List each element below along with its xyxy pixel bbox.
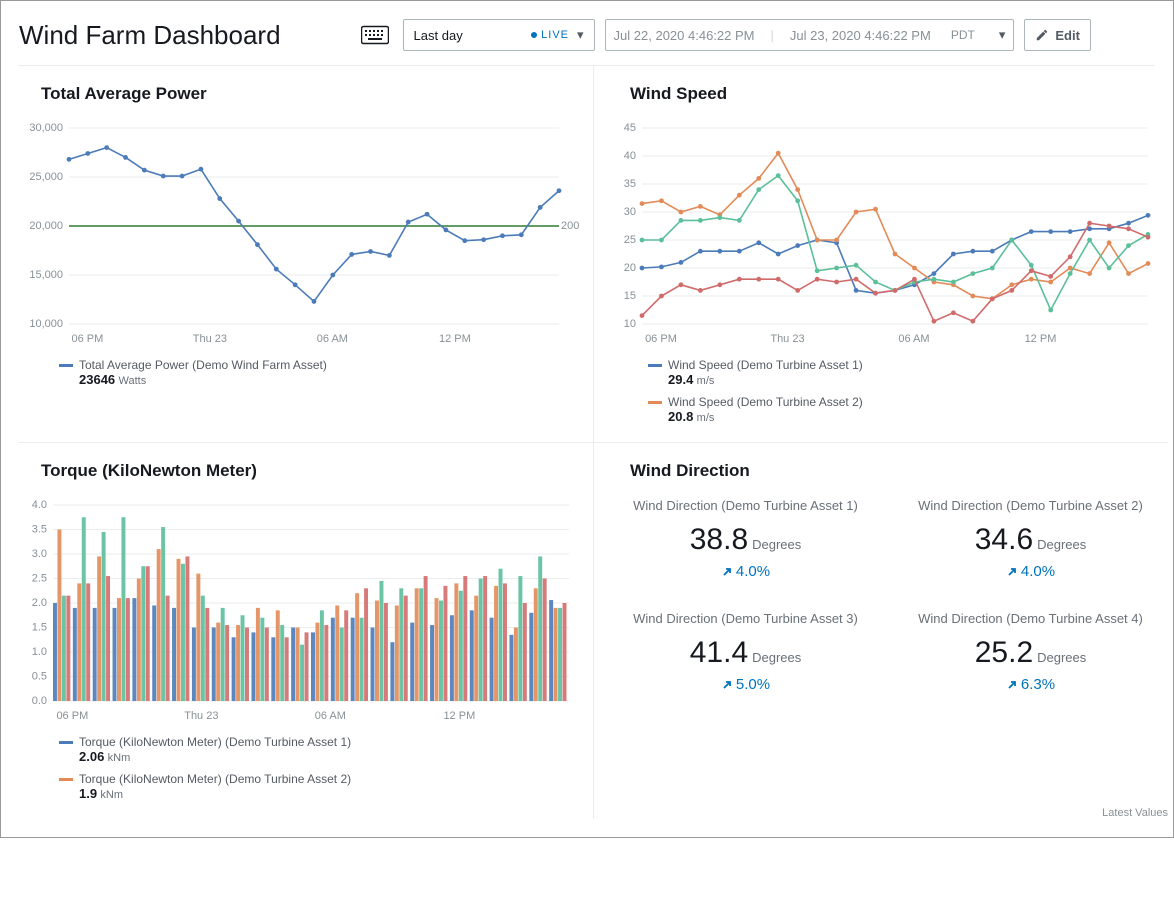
svg-text:4.0: 4.0	[32, 499, 47, 511]
svg-text:10: 10	[624, 318, 636, 330]
caret-down-icon: ▾	[577, 27, 584, 43]
date-to: Jul 23, 2020 4:46:22 PM	[790, 28, 931, 43]
panel-wind-direction: Wind Direction Wind Direction (Demo Turb…	[594, 443, 1168, 819]
svg-text:45: 45	[624, 122, 636, 134]
svg-text:3.0: 3.0	[32, 548, 47, 560]
latest-values-label: Latest Values	[1102, 807, 1168, 819]
svg-text:Thu 23: Thu 23	[184, 710, 218, 722]
kpi-card: Wind Direction (Demo Turbine Asset 3)41.…	[608, 610, 883, 693]
time-range-select[interactable]: Last day LIVE ▾	[403, 19, 595, 51]
timezone-label: PDT	[951, 28, 975, 42]
legend-item: Wind Speed (Demo Turbine Asset 1)29.4 m/…	[648, 358, 1168, 387]
svg-text:06 PM: 06 PM	[645, 333, 677, 345]
panel-wind-speed: Wind Speed 10 15 20 25 30 35 40 45 06 PM Thu 23 06…	[594, 66, 1168, 443]
svg-text:2.5: 2.5	[32, 573, 47, 585]
svg-text:20000: 20000	[561, 220, 579, 232]
legend-torque: Torque (KiloNewton Meter) (Demo Turbine …	[59, 735, 579, 801]
svg-text:1.0: 1.0	[32, 646, 47, 658]
svg-text:2.0: 2.0	[32, 597, 47, 609]
svg-text:0.5: 0.5	[32, 671, 47, 683]
svg-text:0.0: 0.0	[32, 695, 47, 707]
keyboard-icon[interactable]	[361, 25, 389, 45]
kpi-card: Wind Direction (Demo Turbine Asset 1)38.…	[608, 497, 883, 580]
kpi-card: Wind Direction (Demo Turbine Asset 4)25.…	[893, 610, 1168, 693]
date-from: Jul 22, 2020 4:46:22 PM	[614, 28, 755, 43]
line-chart-wind-speed[interactable]: 10 15 20 25 30 35 40 45 06 PM Thu 23 06 AM 12 PM	[608, 120, 1168, 350]
svg-text:12 PM: 12 PM	[1025, 333, 1057, 345]
kpi-card: Wind Direction (Demo Turbine Asset 2)34.…	[893, 497, 1168, 580]
svg-text:3.5: 3.5	[32, 524, 47, 536]
svg-text:35: 35	[624, 178, 636, 190]
trend-up-icon: 6.3%	[893, 676, 1168, 693]
svg-text:30,000: 30,000	[29, 122, 63, 134]
svg-text:30: 30	[624, 206, 636, 218]
pencil-icon	[1035, 28, 1049, 42]
svg-text:15,000: 15,000	[29, 269, 63, 281]
line-chart-power[interactable]: 10,000 15,000 20,000 25,000 30,000 20000 06 PM…	[19, 120, 579, 350]
trend-up-icon: 4.0%	[893, 563, 1168, 580]
time-range-label: Last day	[414, 28, 463, 43]
caret-down-icon: ▾	[999, 27, 1006, 43]
date-range-picker[interactable]: Jul 22, 2020 4:46:22 PM | Jul 23, 2020 4…	[605, 19, 1015, 51]
bar-chart-torque[interactable]: 0.0 0.5 1.0 1.5 2.0 2.5 3.0 3.5 4.0 06 PM Thu 23 06…	[19, 497, 579, 727]
page-title: Wind Farm Dashboard	[19, 20, 281, 51]
svg-text:06 AM: 06 AM	[317, 333, 348, 345]
svg-text:12 PM: 12 PM	[439, 333, 471, 345]
svg-text:1.5: 1.5	[32, 622, 47, 634]
kpi-grid: Wind Direction (Demo Turbine Asset 1)38.…	[608, 497, 1168, 693]
svg-text:06 PM: 06 PM	[71, 333, 103, 345]
panel-title: Torque (KiloNewton Meter)	[41, 461, 579, 481]
panel-torque: Torque (KiloNewton Meter) 0.0 0.5 1.0 1.5 2.…	[19, 443, 594, 819]
edit-button[interactable]: Edit	[1024, 19, 1091, 51]
panel-total-average-power: Total Average Power 10,000 15,000 20,000 25…	[19, 66, 594, 443]
legend-item: Wind Speed (Demo Turbine Asset 2)20.8 m/…	[648, 395, 1168, 424]
svg-text:12 PM: 12 PM	[443, 710, 475, 722]
trend-up-icon: 4.0%	[608, 563, 883, 580]
panel-title: Wind Direction	[630, 461, 1168, 481]
legend-wind-speed: Wind Speed (Demo Turbine Asset 1)29.4 m/…	[648, 358, 1168, 424]
svg-text:25: 25	[624, 234, 636, 246]
svg-text:06 AM: 06 AM	[315, 710, 346, 722]
panel-title: Total Average Power	[41, 84, 579, 104]
legend-item: Total Average Power (Demo Wind Farm Asse…	[59, 358, 579, 387]
panel-title: Wind Speed	[630, 84, 1168, 104]
svg-text:25,000: 25,000	[29, 171, 63, 183]
svg-text:40: 40	[624, 150, 636, 162]
live-badge: LIVE	[531, 29, 569, 41]
svg-text:20,000: 20,000	[29, 220, 63, 232]
legend-item: Torque (KiloNewton Meter) (Demo Turbine …	[59, 772, 579, 801]
svg-text:15: 15	[624, 290, 636, 302]
svg-text:20: 20	[624, 262, 636, 274]
svg-text:06 PM: 06 PM	[56, 710, 88, 722]
svg-text:10,000: 10,000	[29, 318, 63, 330]
legend-item: Torque (KiloNewton Meter) (Demo Turbine …	[59, 735, 579, 764]
trend-up-icon: 5.0%	[608, 676, 883, 693]
svg-text:06 AM: 06 AM	[898, 333, 929, 345]
svg-text:Thu 23: Thu 23	[193, 333, 227, 345]
dashboard-header: Wind Farm Dashboard Last day LIVE ▾ Jul …	[19, 1, 1155, 66]
svg-text:Thu 23: Thu 23	[770, 333, 804, 345]
legend-power: Total Average Power (Demo Wind Farm Asse…	[59, 358, 579, 387]
